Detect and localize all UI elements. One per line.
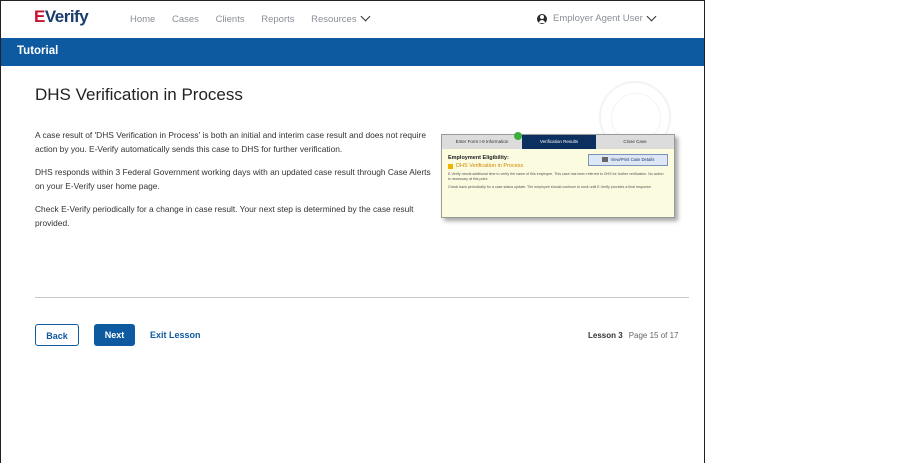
main-nav: Home Cases Clients Reports Resources: [130, 11, 383, 25]
eligibility-status: DHS Verification in Process: [448, 163, 523, 169]
printer-icon: [601, 157, 608, 163]
checkmark-icon: [514, 132, 522, 140]
nav-cases[interactable]: Cases: [172, 14, 199, 25]
nav-clients[interactable]: Clients: [216, 14, 245, 25]
status-text: DHS Verification in Process: [456, 163, 524, 169]
eligibility-label: Employment Eligibility:: [448, 155, 509, 161]
nav-reports[interactable]: Reports: [261, 14, 294, 25]
lesson-progress: Lesson 3 Page 15 of 17: [588, 331, 679, 340]
page-title: DHS Verification in Process: [35, 85, 243, 104]
example-screenshot: Enter Form I-9 Information Verification …: [441, 132, 675, 218]
lesson-number: Lesson 3: [588, 331, 623, 340]
paragraph: DHS responds within 3 Federal Government…: [35, 167, 431, 191]
step-verification-results: Verification Results: [522, 135, 596, 149]
step-close-case: Close Case: [596, 135, 674, 149]
progress-steps: Enter Form I-9 Information Verification …: [442, 132, 674, 149]
paragraph: Check E-Verify periodically for a change…: [35, 204, 414, 228]
chevron-down-icon: [646, 11, 657, 22]
top-navigation: EVerify Home Cases Clients Reports Resou…: [1, 1, 704, 38]
divider: [35, 297, 689, 298]
note: Check back periodically for a case statu…: [448, 185, 652, 189]
tutorial-window: EVerify Home Cases Clients Reports Resou…: [0, 0, 705, 463]
e-verify-logo[interactable]: EVerify: [34, 7, 89, 27]
nav-home[interactable]: Home: [130, 14, 155, 25]
section-title: Tutorial: [17, 45, 59, 57]
view-print-case-button: View/Print Case Details: [588, 154, 668, 166]
next-button[interactable]: Next: [94, 324, 135, 346]
back-button[interactable]: Back: [35, 324, 79, 346]
section-header-bar: Tutorial: [1, 38, 704, 66]
step-enter-form: Enter Form I-9 Information: [442, 135, 522, 149]
page-indicator: Page 15 of 17: [628, 331, 679, 340]
user-label: Employer Agent User: [553, 13, 643, 24]
case-notes: E-Verify needs additional time to verify…: [448, 172, 664, 193]
warning-icon: [448, 163, 453, 169]
nav-resources-label: Resources: [311, 14, 357, 25]
paragraph: A case result of 'DHS Verification in Pr…: [35, 130, 426, 154]
exit-lesson-link[interactable]: Exit Lesson: [150, 330, 201, 340]
note: E-Verify needs additional time to verify…: [448, 172, 664, 181]
lesson-content: A case result of 'DHS Verification in Pr…: [35, 129, 435, 240]
nav-resources[interactable]: Resources: [311, 11, 371, 25]
user-icon: [537, 13, 547, 24]
print-label: View/Print Case Details: [610, 157, 655, 162]
chevron-down-icon: [360, 11, 371, 22]
user-menu[interactable]: Employer Agent User: [537, 11, 657, 24]
